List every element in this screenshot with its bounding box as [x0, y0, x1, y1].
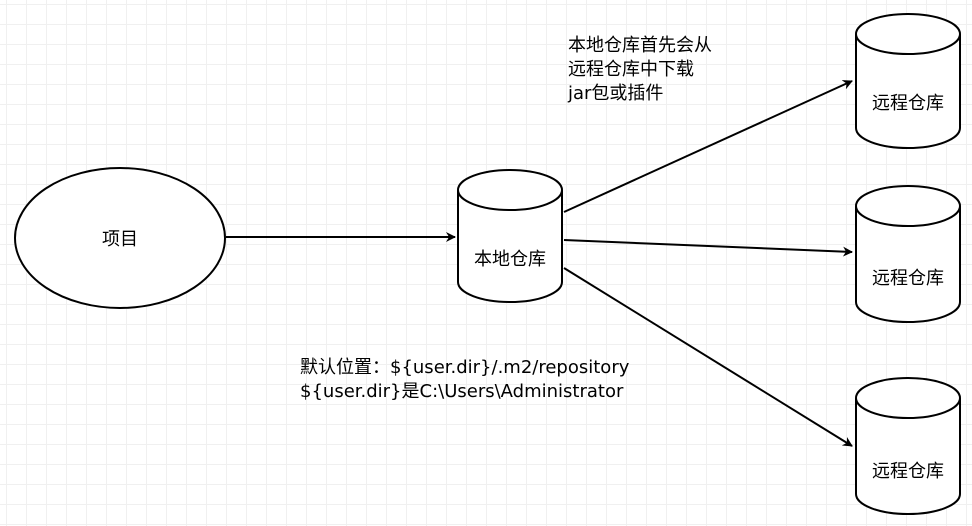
remote-repo-label-3: 远程仓库 [872, 461, 944, 482]
project-label: 项目 [102, 229, 138, 250]
default-location-line: 默认位置：${user.dir}/.m2/repository [300, 357, 630, 378]
download-note: 本地仓库首先会从 远程仓库中下载 jar包或插件 [568, 34, 712, 106]
remote-repo-node-3[interactable] [855, 377, 961, 515]
download-note-line: jar包或插件 [568, 83, 664, 104]
download-note-line: 远程仓库中下载 [568, 59, 694, 80]
local-repo-node[interactable] [457, 169, 563, 303]
download-note-line: 本地仓库首先会从 [568, 35, 712, 56]
remote-repo-node-2[interactable] [855, 185, 961, 323]
remote-repo-label-1: 远程仓库 [872, 93, 944, 114]
default-location-line: ${user.dir}是C:\Users\Administrator [300, 381, 624, 402]
default-location-note: 默认位置：${user.dir}/.m2/repository ${user.d… [300, 356, 629, 404]
local-repo-label: 本地仓库 [474, 249, 546, 270]
remote-repo-label-2: 远程仓库 [872, 268, 944, 289]
remote-repo-node-1[interactable] [855, 13, 961, 149]
arrow-local-to-remote-2 [563, 239, 853, 257]
